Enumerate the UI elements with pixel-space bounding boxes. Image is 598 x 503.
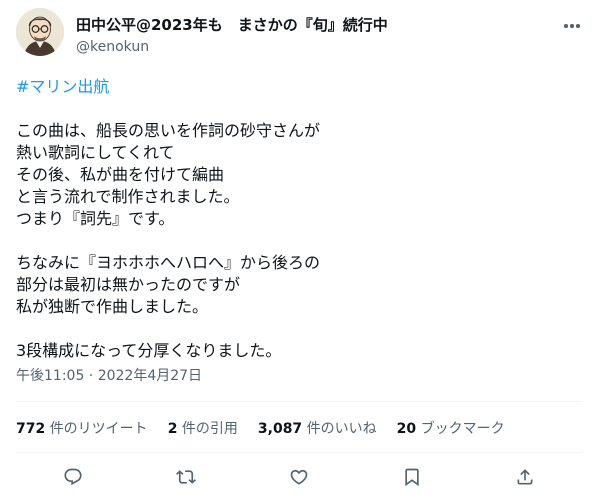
tweet-timestamp[interactable]: 午後11:05 · 2022年4月27日	[16, 366, 202, 386]
tweet-line: と言う流れで制作されました。	[16, 187, 240, 206]
likes-label: 件のいいね	[306, 421, 377, 437]
tweet-line: 部分は最初は無かったのですが	[16, 275, 241, 294]
divider	[16, 452, 582, 453]
tweet-line: ちなみに『ヨホホホへハロへ』から後ろの	[16, 253, 321, 272]
tweet-line: 熱い歌詞にしてくれて	[16, 143, 175, 162]
quotes-label: 件の引用	[181, 421, 238, 437]
share-icon[interactable]	[510, 462, 540, 492]
tweet-line: その後、私が曲を付けて編曲	[16, 165, 225, 184]
retweets-count: 772	[16, 421, 46, 437]
tweet-line	[16, 230, 576, 252]
display-name[interactable]: 田中公平@2023年も まさかの『旬』続行中	[76, 16, 388, 34]
bookmarks-label: ブックマーク	[420, 421, 505, 437]
retweet-icon[interactable]	[171, 462, 201, 492]
retweets-label: 件のリツイート	[49, 421, 148, 437]
bookmarks-stat[interactable]: 20 ブックマーク	[397, 417, 505, 441]
likes-count: 3,087	[257, 421, 303, 437]
reply-icon[interactable]	[58, 462, 88, 492]
user-handle[interactable]: @kenokun	[76, 38, 388, 56]
retweets-stat[interactable]: 772 件のリツイート	[16, 417, 148, 441]
hashtag-link[interactable]: #マリン出航	[16, 76, 576, 98]
likes-stat[interactable]: 3,087 件のいいね	[258, 417, 377, 441]
bookmarks-count: 20	[396, 421, 417, 437]
tweet-line: つまり『詞先』です。	[16, 209, 175, 228]
quotes-count: 2	[167, 421, 178, 437]
action-bar	[16, 462, 582, 492]
quotes-stat[interactable]: 2 件の引用	[168, 417, 238, 441]
avatar[interactable]	[16, 8, 64, 56]
engagement-stats: 772 件のリツイート 2 件の引用 3,087 件のいいね 20 ブックマーク	[16, 417, 525, 441]
divider	[16, 401, 582, 402]
tweet-line	[16, 318, 576, 340]
tweet-line: この曲は、船長の思いを作詞の砂守さんが	[16, 121, 321, 140]
more-options-icon[interactable]	[562, 16, 582, 36]
tweet-header: 田中公平@2023年も まさかの『旬』続行中 @kenokun	[16, 8, 582, 64]
tweet-text: #マリン出航 この曲は、船長の思いを作詞の砂守さんが 熱い歌詞にしてくれて その…	[16, 76, 576, 362]
like-icon[interactable]	[284, 462, 314, 492]
tweet-line: 3段構成になって分厚くなりました。	[16, 341, 282, 360]
bookmark-icon[interactable]	[397, 462, 427, 492]
tweet-line: 私が独断で作曲しました。	[16, 297, 209, 316]
